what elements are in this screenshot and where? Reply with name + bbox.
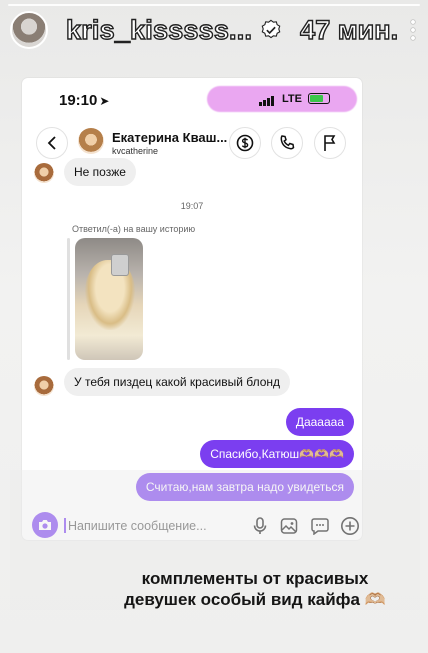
dollar-circle-icon <box>236 134 254 152</box>
battery-icon <box>308 93 330 104</box>
reply-indicator-bar <box>67 238 70 360</box>
contact-handle: kvcatherine <box>112 146 159 156</box>
caption-line-2: девушек особый вид кайфа 🫶🏼 <box>124 590 386 609</box>
sender-avatar <box>34 163 54 183</box>
sender-avatar <box>34 376 54 396</box>
message-incoming[interactable]: У тебя пиздец какой красивый блонд <box>64 368 291 396</box>
contact-avatar[interactable] <box>78 128 104 154</box>
flag-icon <box>324 135 336 151</box>
back-button[interactable] <box>36 127 68 159</box>
caption-line-1: комплементы от красивых <box>141 569 369 588</box>
story-username[interactable]: kris_kisssss... <box>65 14 252 46</box>
network-type: LTE <box>282 93 302 105</box>
chevron-left-icon <box>47 136 56 150</box>
signal-bars-icon <box>259 96 274 106</box>
story-author-avatar[interactable] <box>10 11 48 49</box>
call-button[interactable] <box>271 127 303 159</box>
contact-name[interactable]: Екатерина Кваш... <box>112 130 227 145</box>
status-clock: 19:10 ➤ <box>59 92 110 109</box>
story-progress-bar <box>8 4 420 6</box>
more-options-icon[interactable] <box>408 20 418 40</box>
verified-badge-icon <box>261 19 281 39</box>
message-outgoing[interactable]: Спасибо,Катюш🫶🏼🫶🏼🫶🏼 <box>200 440 354 468</box>
message-incoming[interactable]: Не позже <box>64 158 136 186</box>
story-reply-label: Ответил(-а) на вашу историю <box>72 224 196 234</box>
story-caption: комплементы от красивых девушек особый в… <box>90 568 420 610</box>
story-timestamp: 47 мин. <box>299 14 399 45</box>
story-thumbnail[interactable] <box>75 238 143 360</box>
money-request-button[interactable] <box>229 127 261 159</box>
time-separator: 19:07 <box>180 201 204 211</box>
phone-icon <box>280 135 295 150</box>
message-outgoing[interactable]: Даааааа <box>285 408 354 436</box>
report-button[interactable] <box>314 127 346 159</box>
location-arrow-icon: ➤ <box>99 94 110 108</box>
status-bar: 19:10 ➤ LTE <box>22 78 362 122</box>
story-header: kris_kisssss... 47 мин. <box>10 8 418 52</box>
